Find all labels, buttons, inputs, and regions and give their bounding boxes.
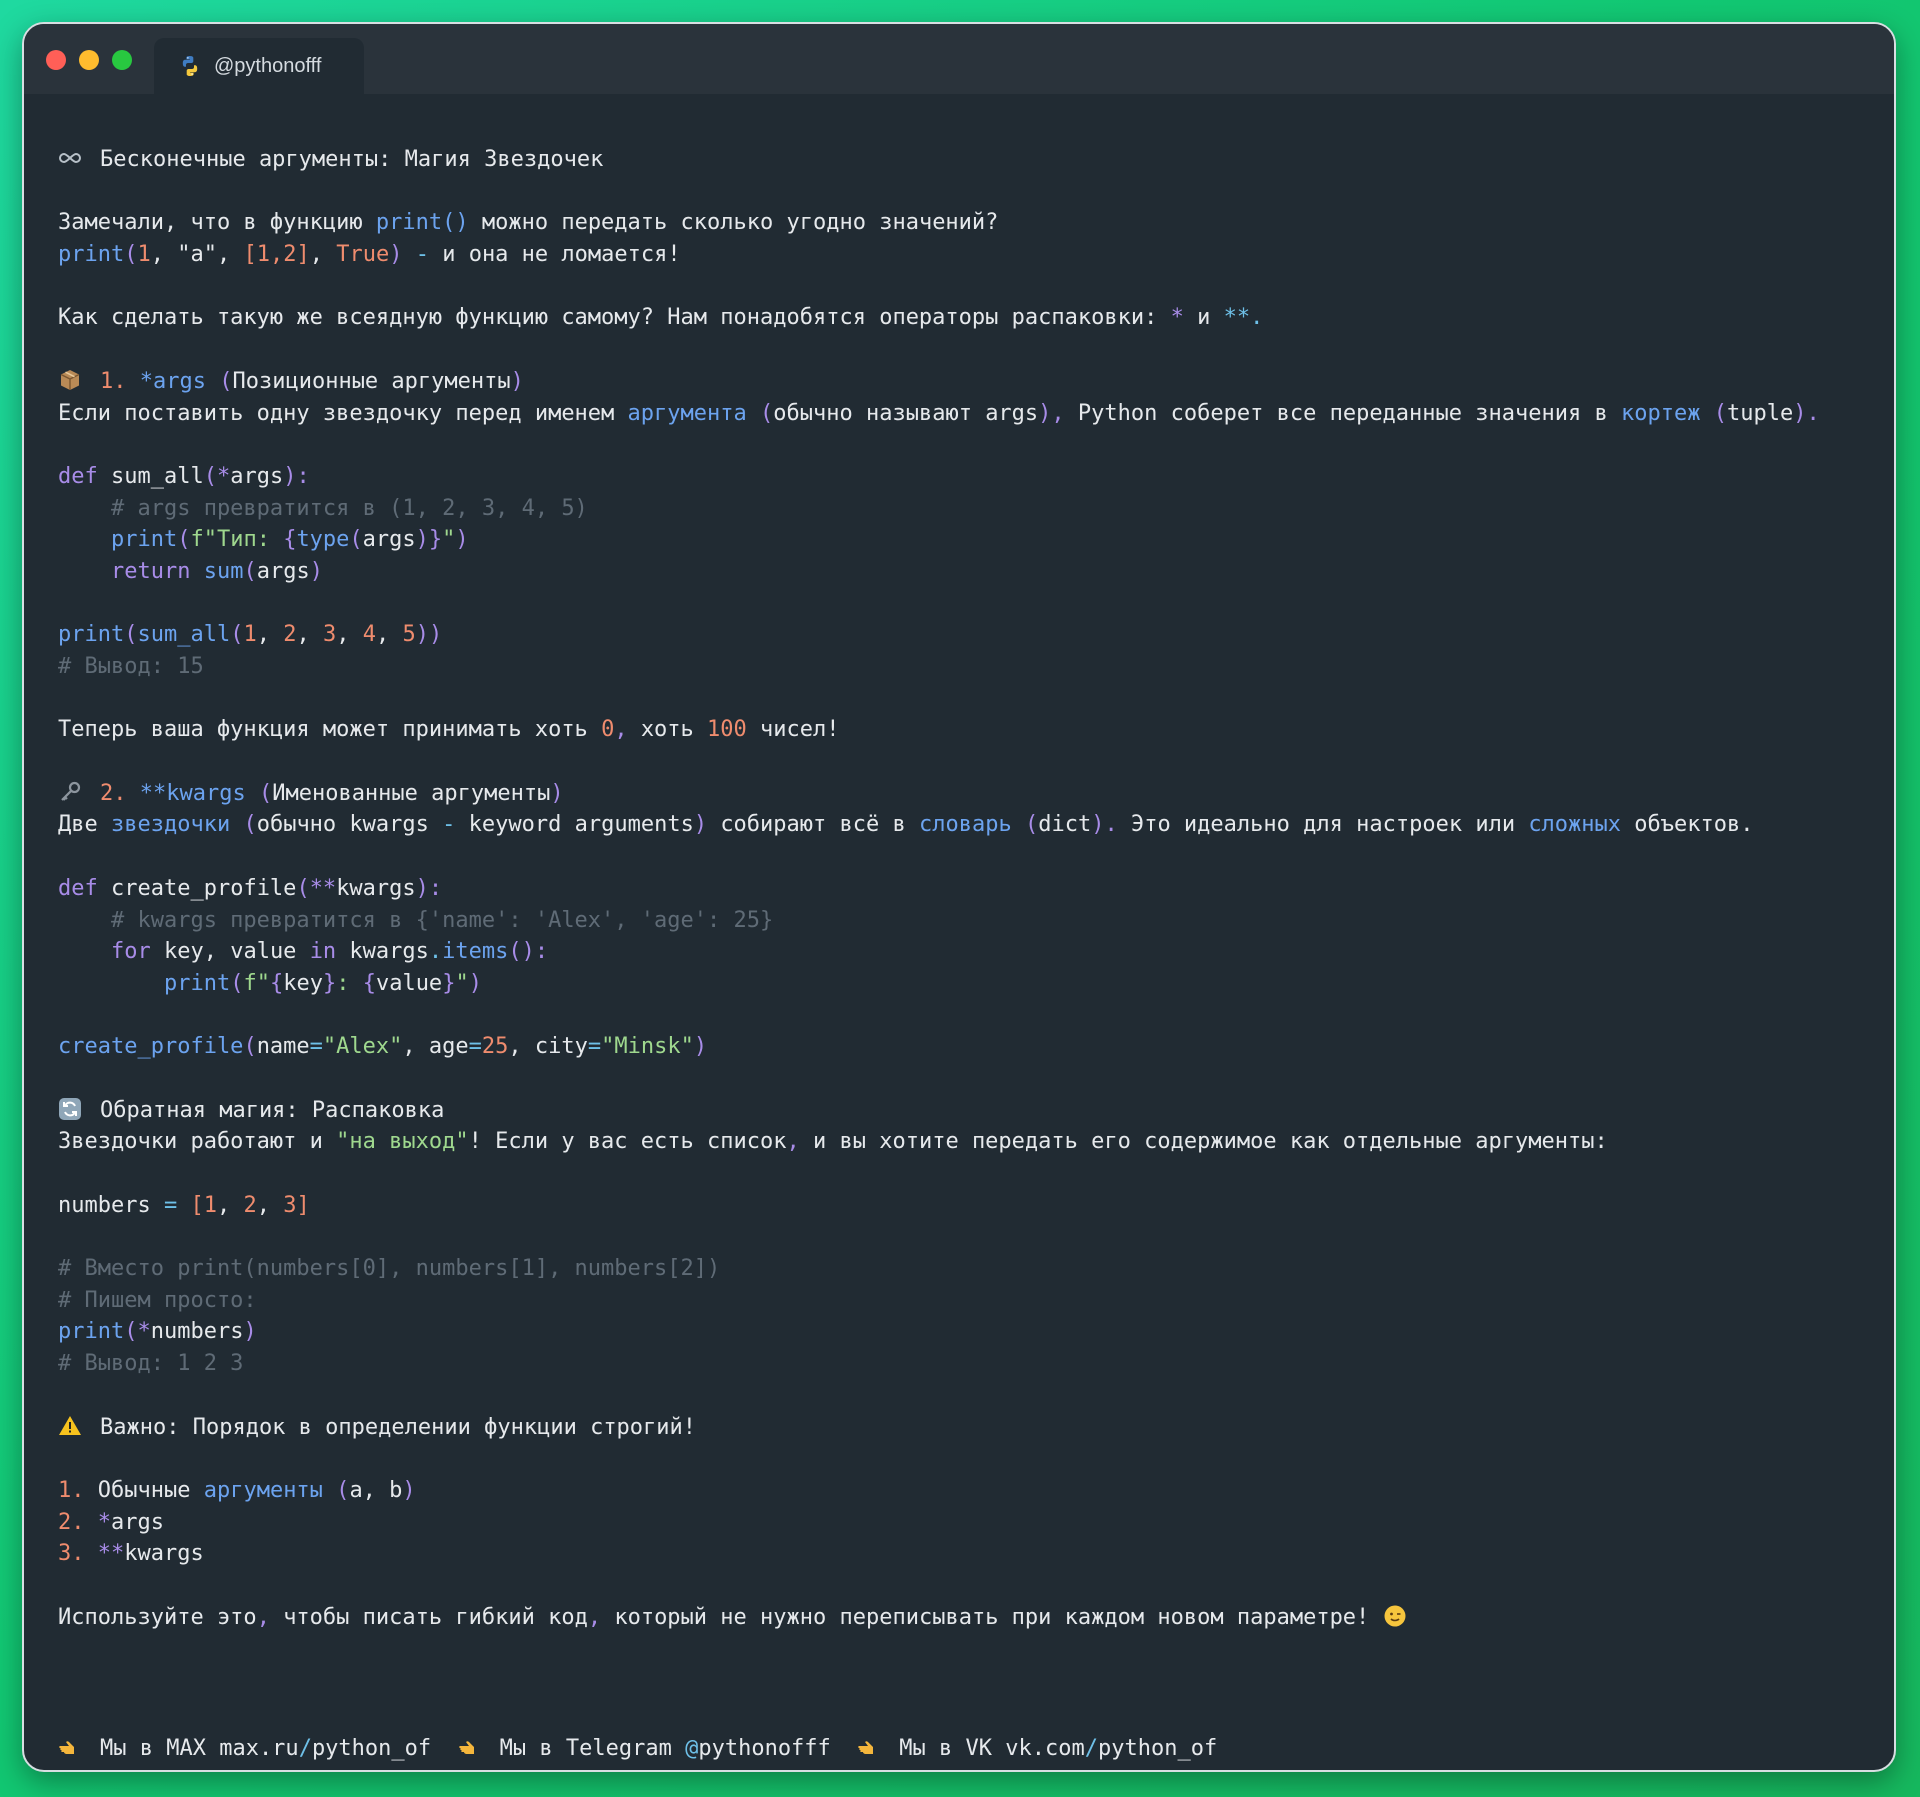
- code-comment: # kwargs превратится в {'name': 'Alex', …: [58, 907, 774, 933]
- section-unpack-text: Звездочки работают и "на выход"! Если у …: [58, 1129, 1608, 1155]
- section-unpack-heading: Обратная магия: Распаковка: [58, 1095, 1888, 1127]
- package-icon: [58, 368, 82, 392]
- code-line: numbers = [1, 2, 3]: [58, 1192, 310, 1218]
- section-kwargs-text: Две звездочки (обычно kwargs - keyword a…: [58, 812, 1754, 838]
- code-line: print(sum_all(1, 2, 3, 4, 5)): [58, 622, 443, 648]
- code-comment: # Вывод: 1 2 3: [58, 1351, 244, 1377]
- code-line: return sum(args): [110, 558, 323, 584]
- post-content: Бесконечные аргументы: Магия Звездочек З…: [58, 144, 1888, 1633]
- wink-emoji-icon: [1383, 1604, 1407, 1628]
- code-comment: # Пишем просто:: [58, 1287, 257, 1313]
- pointing-hand-icon: [857, 1735, 881, 1759]
- code-line: create_profile(name="Alex", age=25, city…: [58, 1034, 708, 1060]
- section-args-summary: Теперь ваша функция может принимать хоть…: [58, 717, 840, 743]
- key-icon: [58, 780, 82, 804]
- title-bar: @pythonofff: [24, 24, 1894, 94]
- refresh-icon: [58, 1097, 82, 1121]
- order-item: 1. Обычные аргументы (a, b): [58, 1477, 416, 1503]
- code-line: def create_profile(**kwargs):: [58, 875, 443, 901]
- section-args-text: Если поставить одну звездочку перед имен…: [58, 400, 1820, 426]
- footer-links: Мы в MAX max.ru/python_of Мы в Telegram …: [58, 1734, 1217, 1764]
- infinity-icon: [58, 146, 82, 170]
- code-comment: # Вместо print(numbers[0], numbers[1], n…: [58, 1256, 721, 1282]
- code-comment: # args превратится в (1, 2, 3, 4, 5): [58, 495, 588, 521]
- pointing-hand-icon: [458, 1735, 482, 1759]
- terminal-window: @pythonofff Бесконечные аргументы: Магия…: [22, 22, 1896, 1772]
- python-logo-icon: [178, 54, 202, 78]
- code-line: def sum_all(*args):: [58, 463, 310, 489]
- section-kwargs-heading: 2. **kwargs (Именованные аргументы): [58, 778, 1888, 810]
- close-window-button[interactable]: [46, 50, 66, 70]
- outro-line: Используйте это, чтобы писать гибкий код…: [58, 1602, 1888, 1634]
- intro-example: print(1, "a", [1,2], True) - и она не ло…: [58, 242, 681, 268]
- warning-icon: [58, 1414, 82, 1438]
- link-max[interactable]: Мы в MAX max.ru/python_of: [100, 1736, 431, 1761]
- minimize-window-button[interactable]: [79, 50, 99, 70]
- pointing-hand-icon: [58, 1735, 82, 1759]
- operators-question: Как сделать такую же всеядную функцию са…: [58, 305, 1264, 331]
- warning-line: Важно: Порядок в определении функции стр…: [58, 1412, 1888, 1444]
- code-line: for key, value in kwargs.items():: [110, 939, 549, 965]
- order-item: 2. *args: [58, 1509, 164, 1535]
- code-line: print(f"Тип: {type(args)}"): [110, 527, 469, 553]
- order-item: 3. **kwargs: [58, 1541, 204, 1567]
- post-title: Бесконечные аргументы: Магия Звездочек: [58, 144, 1888, 176]
- link-telegram[interactable]: Мы в Telegram @pythonofff: [500, 1736, 831, 1761]
- code-line: print(f"{key}: {value}"): [163, 970, 482, 996]
- code-line: print(*numbers): [58, 1319, 257, 1345]
- tab-title: @pythonofff: [214, 54, 322, 77]
- code-comment: # Вывод: 15: [58, 654, 204, 679]
- section-args-heading: 1. *args (Позиционные аргументы): [58, 366, 1888, 398]
- link-vk[interactable]: Мы в VK vk.com/python_of: [899, 1736, 1217, 1761]
- tab-pythonofff[interactable]: @pythonofff: [154, 38, 364, 94]
- maximize-window-button[interactable]: [112, 50, 132, 70]
- intro-question: Замечали, что в функцию print() можно пе…: [58, 210, 999, 236]
